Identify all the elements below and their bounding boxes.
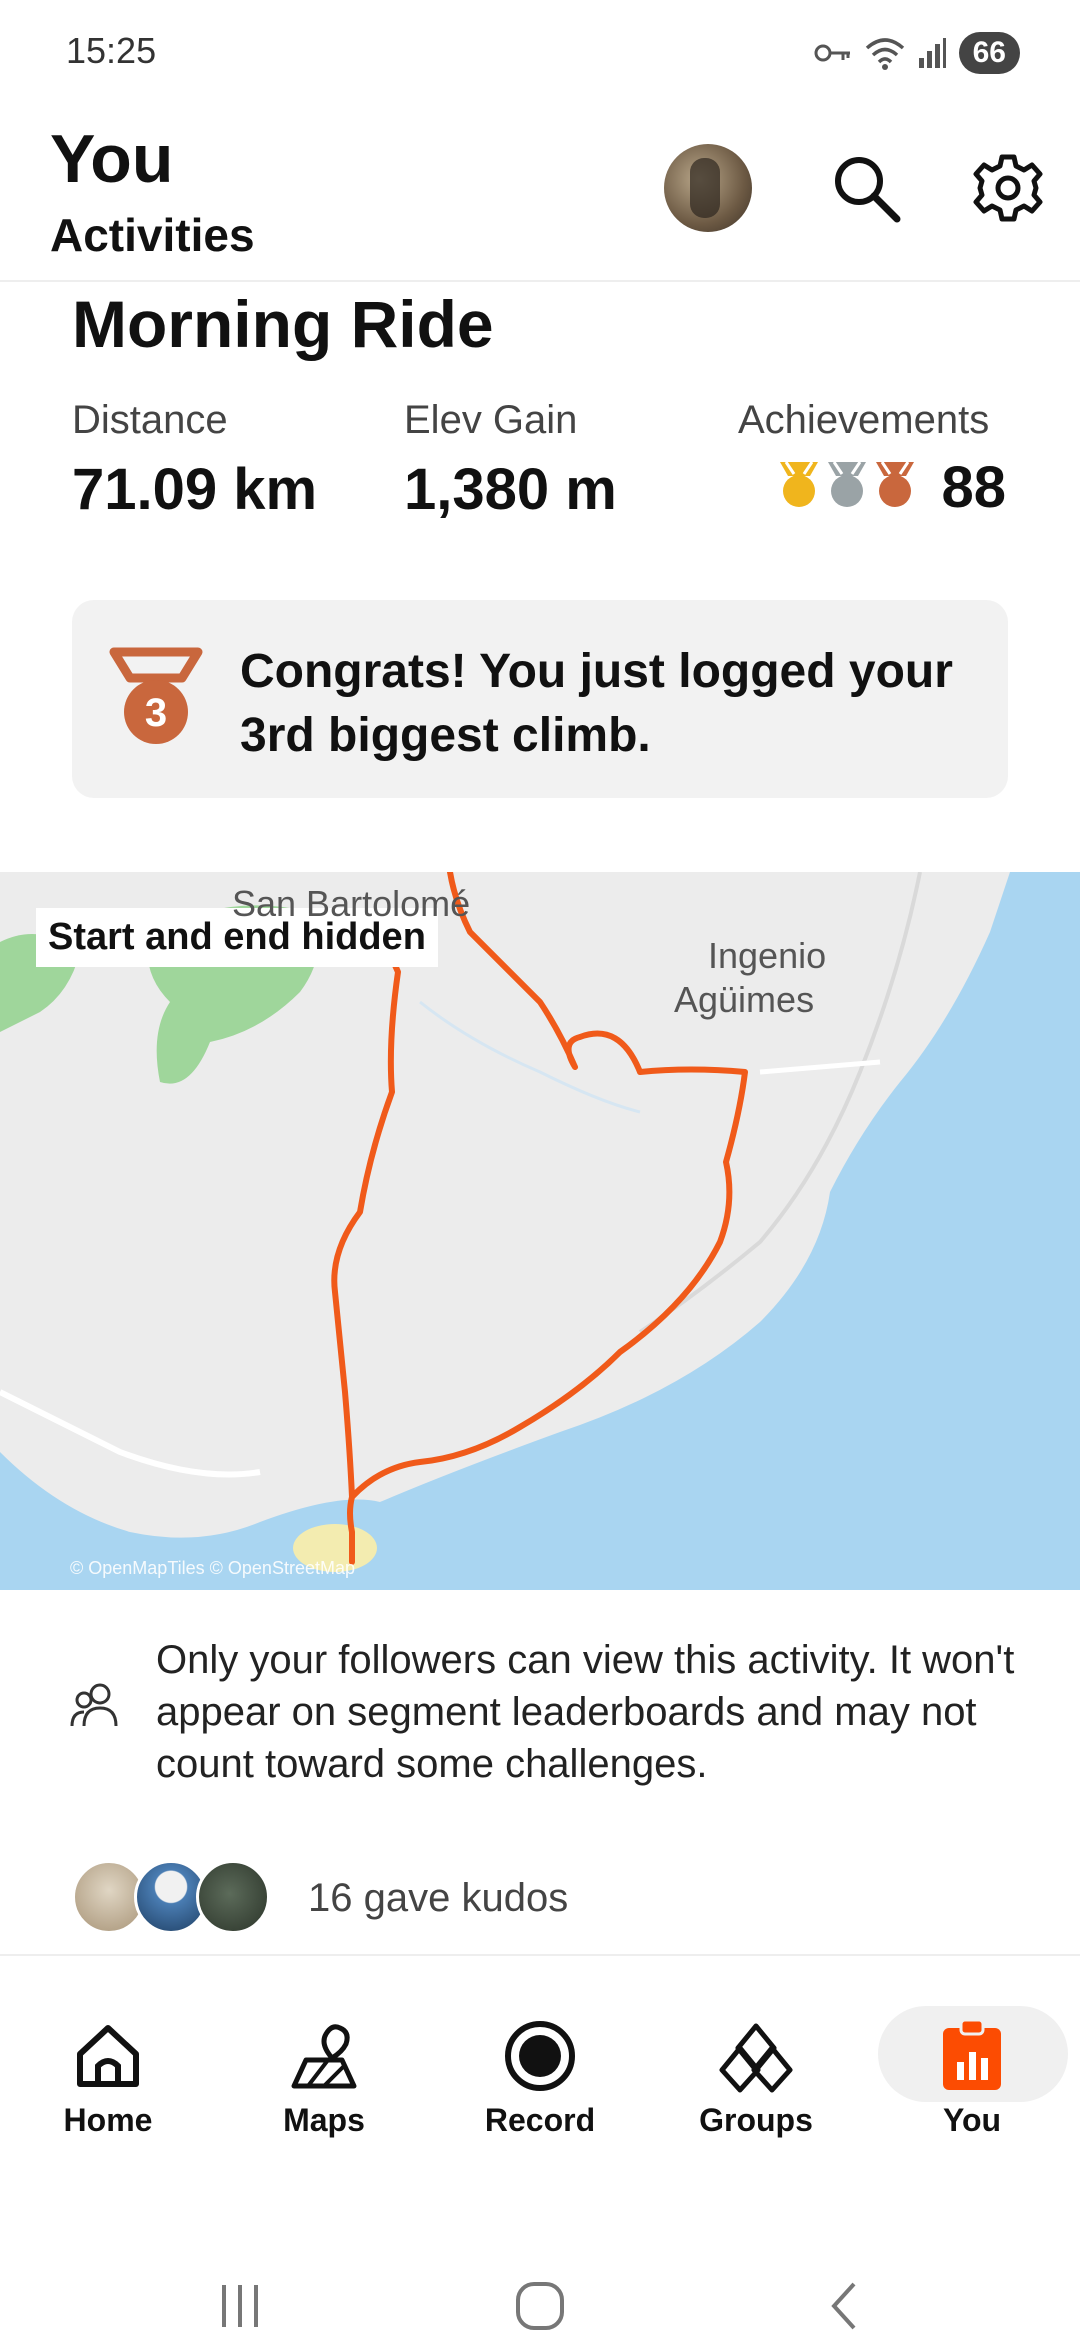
back-button[interactable]: [804, 2266, 884, 2340]
nav-home[interactable]: Home: [0, 1956, 216, 2156]
gear-icon: [973, 154, 1043, 222]
nav-maps[interactable]: Maps: [216, 1956, 432, 2156]
nav-label: Record: [484, 2102, 596, 2138]
bottom-nav: Home Maps Record Groups You: [0, 1954, 1080, 2154]
bronze-medal-icon: 3: [109, 647, 203, 744]
settings-button[interactable]: [966, 146, 1050, 230]
kudo-avatar: [196, 1860, 270, 1934]
stat-elevation-label: Elev Gain: [404, 398, 578, 442]
map-place-aguimes: Agüimes: [674, 979, 815, 1020]
vpn-key-icon: [814, 44, 850, 62]
signal-icon: [918, 38, 946, 68]
congrats-text: Congrats! You just logged your 3rd bigge…: [240, 645, 953, 762]
map-place-san-bartolome: San Bartolomé: [232, 883, 471, 924]
you-icon: [932, 2016, 1012, 2096]
privacy-note: Only your followers can view this activi…: [0, 1600, 1080, 1800]
profile-avatar[interactable]: [664, 144, 752, 232]
status-bar: 15:25 66: [0, 0, 1080, 110]
stat-elevation-value: 1,380 m: [404, 457, 617, 522]
congrats-card[interactable]: 3 Congrats! You just logged your 3rd big…: [72, 600, 1008, 798]
page-title: You: [50, 121, 174, 197]
nav-label: Maps: [283, 2102, 365, 2138]
back-icon: [831, 2282, 856, 2330]
route-map[interactable]: Start and end hidden San Bartolomé Ingen…: [0, 872, 1080, 1590]
nav-label: You: [942, 2102, 1002, 2138]
stat-achievements-value: 88: [941, 455, 1006, 520]
recent-apps-button[interactable]: [200, 2266, 280, 2340]
status-time: 15:25: [66, 30, 157, 71]
activity-title: Morning Ride: [72, 287, 494, 361]
record-icon: [500, 2016, 580, 2096]
stat-achievements-label: Achievements: [738, 398, 990, 442]
stat-distance-value: 71.09 km: [72, 457, 318, 522]
home-circle-icon: [516, 2282, 564, 2330]
achievement-medals: [776, 458, 918, 510]
nav-you[interactable]: You: [864, 1956, 1080, 2156]
map-canvas: [0, 872, 1080, 1590]
map-place-ingenio: Ingenio: [708, 935, 827, 976]
gold-medal-icon: [780, 461, 818, 507]
header: You Activities: [0, 110, 1080, 282]
map-attribution: © OpenMapTiles © OpenStreetMap: [70, 1558, 355, 1578]
groups-icon: [716, 2016, 796, 2096]
search-icon: [835, 157, 901, 223]
kudos-row[interactable]: 16 gave kudos: [0, 1856, 1080, 1952]
nav-groups[interactable]: Groups: [648, 1956, 864, 2156]
wifi-icon: [865, 38, 904, 70]
home-system-button[interactable]: [500, 2266, 580, 2340]
nav-record[interactable]: Record: [432, 1956, 648, 2156]
followers-icon: [70, 1683, 118, 1727]
silver-medal-icon: [828, 461, 866, 507]
medal-number: 3: [145, 691, 167, 735]
bronze-medal-icon: [876, 461, 914, 507]
page-subtitle: Activities: [50, 209, 255, 261]
kudos-text: 16 gave kudos: [308, 1876, 569, 1920]
stat-distance-label: Distance: [72, 398, 228, 442]
nav-label: Groups: [699, 2102, 813, 2138]
system-nav-bar: [0, 2154, 1080, 2340]
maps-icon: [284, 2016, 364, 2096]
recent-apps-icon: [222, 2285, 258, 2327]
battery-indicator: 66: [958, 32, 1020, 74]
privacy-text: Only your followers can view this activi…: [156, 1638, 1015, 1786]
nav-label: Home: [63, 2102, 153, 2138]
search-button[interactable]: [824, 146, 908, 230]
status-icons: 66: [813, 30, 1020, 76]
home-icon: [68, 2016, 148, 2096]
